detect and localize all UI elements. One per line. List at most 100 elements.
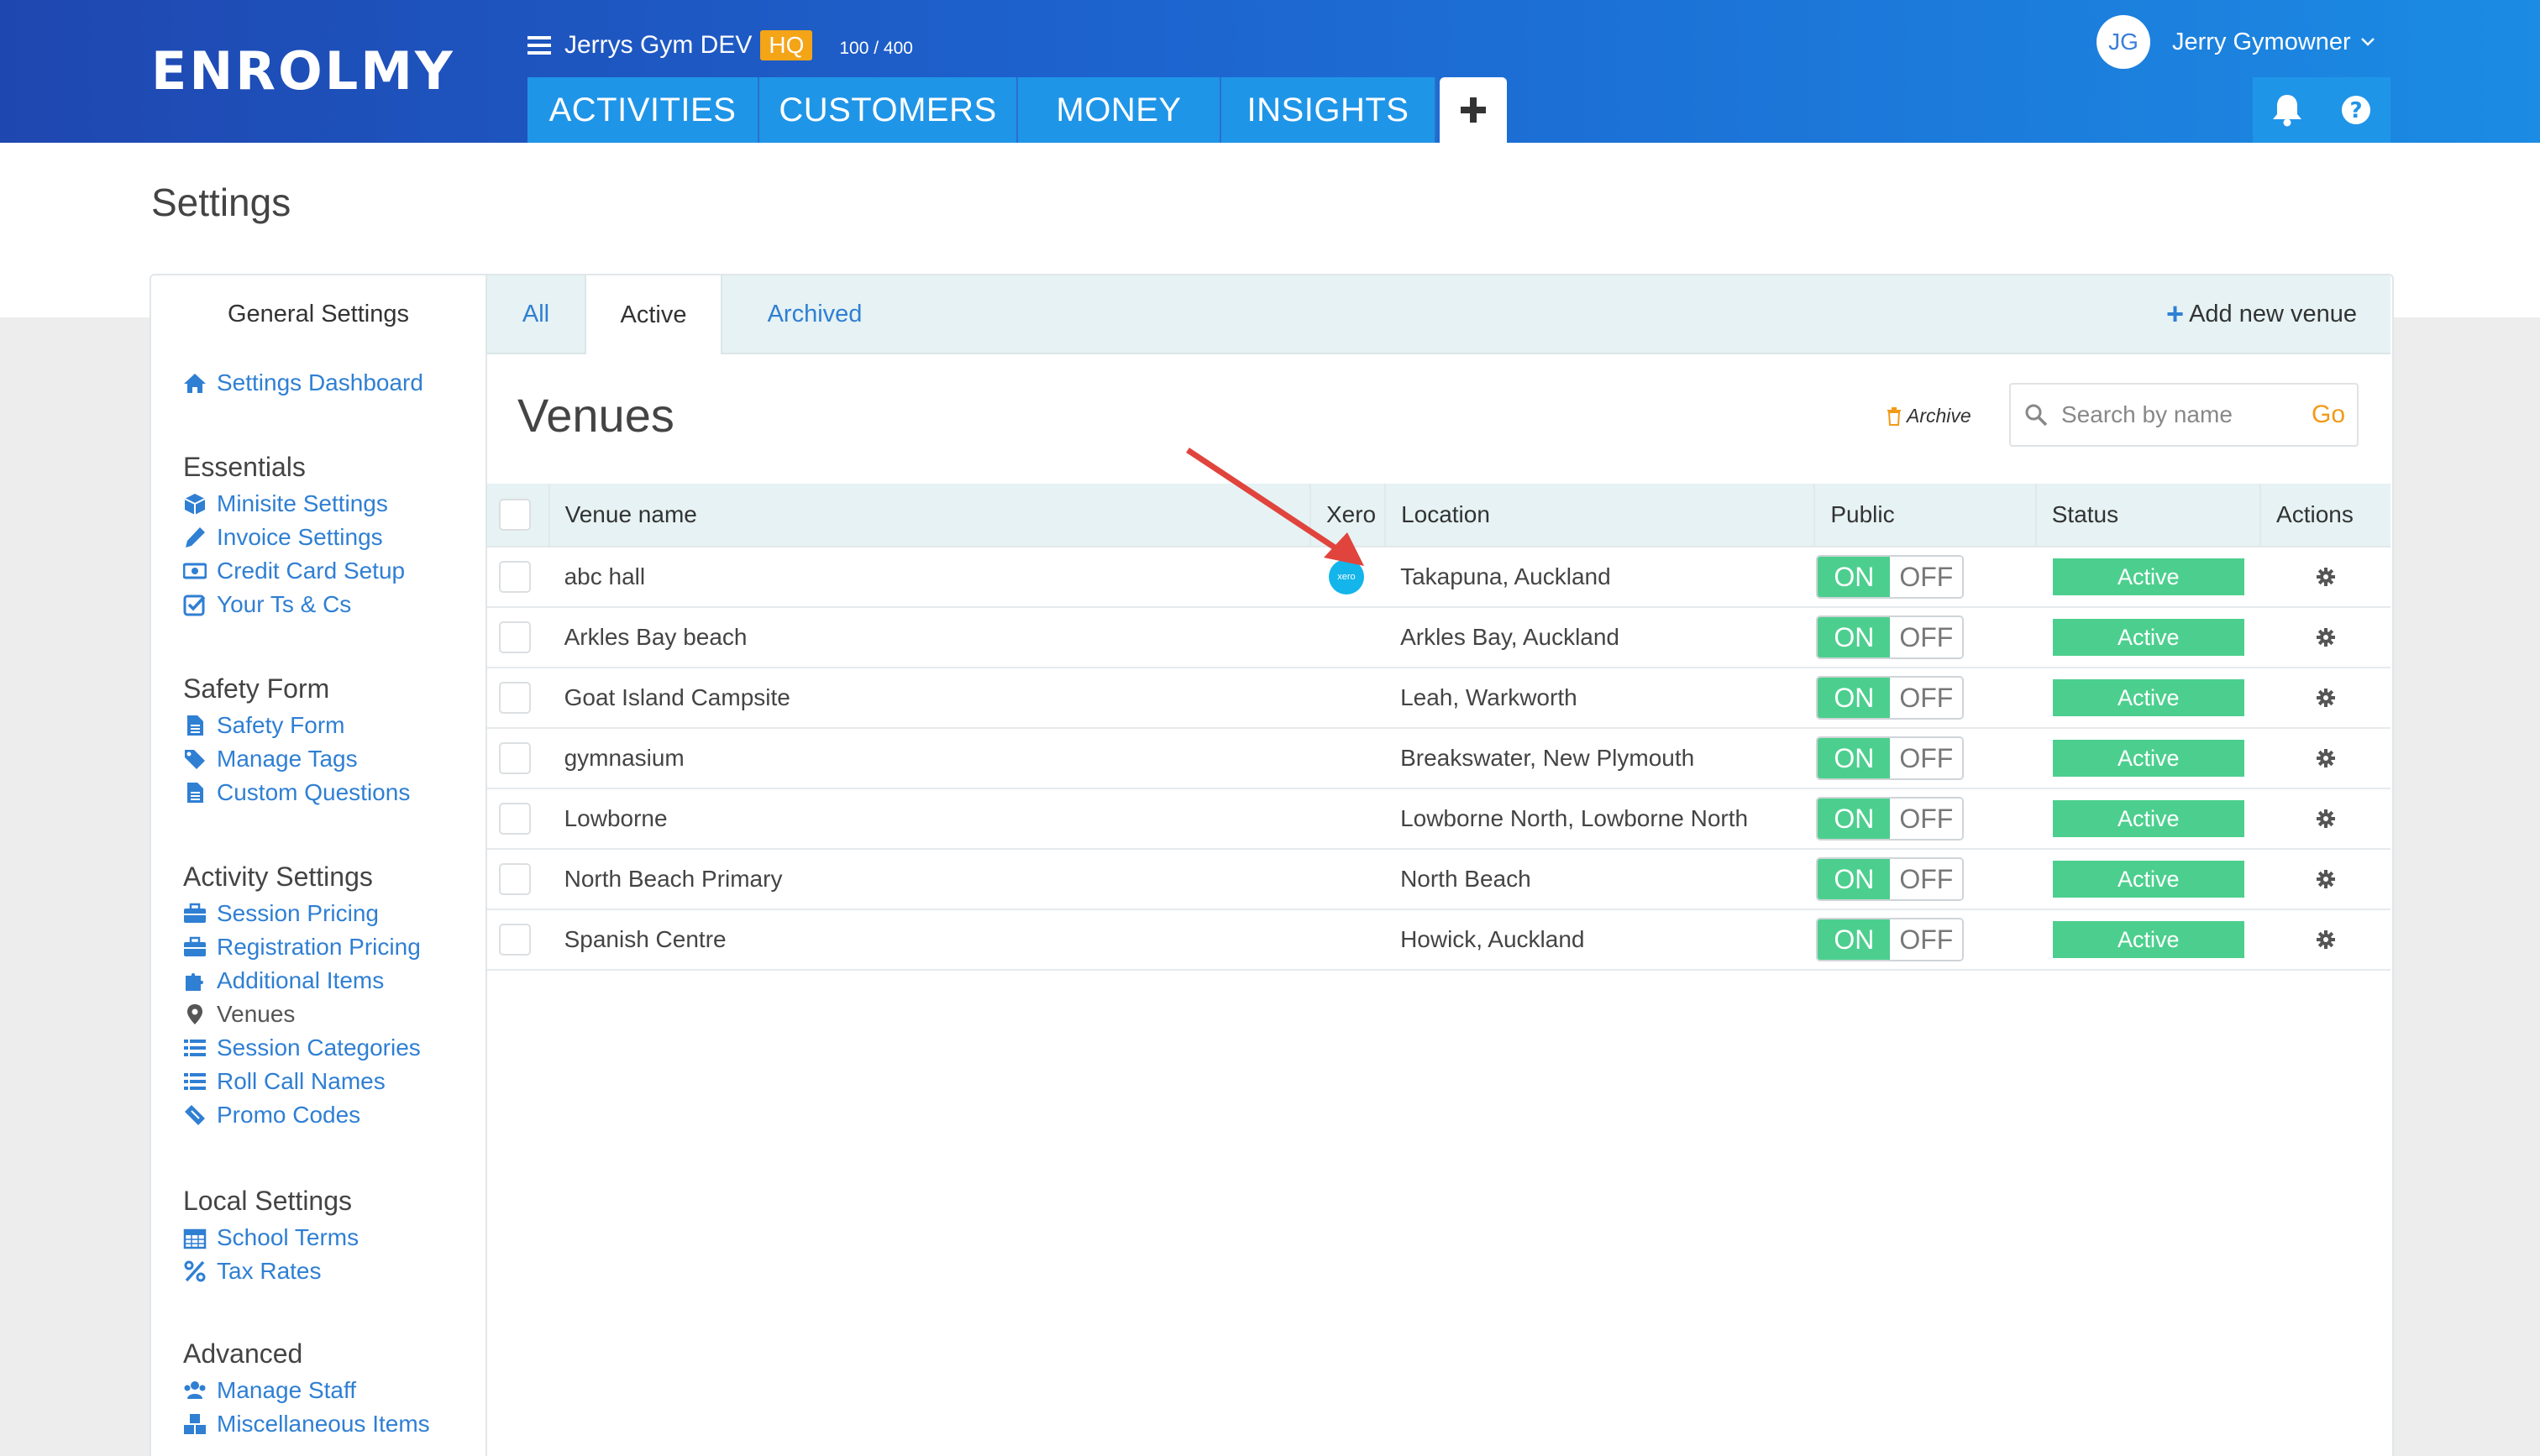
avatar[interactable]: JG xyxy=(2097,15,2150,69)
sidebar-item-invoice-settings[interactable]: Invoice Settings xyxy=(183,524,383,551)
row-checkbox[interactable] xyxy=(499,803,531,835)
notifications-button[interactable] xyxy=(2253,77,2322,143)
venue-name-cell[interactable]: Lowborne xyxy=(548,788,1310,850)
public-toggle[interactable]: ON OFF xyxy=(1816,736,1965,780)
archive-button[interactable]: Archive xyxy=(1887,405,1971,427)
tab-customers[interactable]: CUSTOMERS xyxy=(759,77,1018,143)
row-checkbox[interactable] xyxy=(499,682,531,714)
briefcase-icon xyxy=(184,936,206,956)
sidebar-item-miscellaneous-items[interactable]: Miscellaneous Items xyxy=(183,1411,430,1438)
gym-selector[interactable]: Jerrys Gym DEV HQ 100 / 400 xyxy=(527,29,913,62)
toggle-off[interactable]: OFF xyxy=(1890,859,1963,899)
row-checkbox[interactable] xyxy=(499,924,531,956)
toggle-off[interactable]: OFF xyxy=(1890,799,1963,839)
column-location[interactable]: Location xyxy=(1384,484,1815,547)
select-all-checkbox[interactable] xyxy=(499,499,531,531)
gear-icon[interactable] xyxy=(2316,628,2335,647)
svg-text:ENROLMY: ENROLMY xyxy=(151,45,455,94)
sidebar-item-safety-form[interactable]: Safety Form xyxy=(183,712,344,739)
table-row[interactable]: Lowborne Lowborne North, Lowborne North ON… xyxy=(487,788,2390,850)
venue-name-cell[interactable]: North Beach Primary xyxy=(548,849,1310,910)
table-row[interactable]: Arkles Bay beach Arkles Bay, Auckland ON OF… xyxy=(487,607,2390,668)
venue-name-cell[interactable]: abc hall xyxy=(548,547,1310,608)
public-toggle[interactable]: ON OFF xyxy=(1816,857,1965,901)
go-button[interactable]: Go xyxy=(2312,401,2345,429)
column-xero[interactable]: Xero xyxy=(1309,484,1386,547)
toggle-off[interactable]: OFF xyxy=(1890,557,1963,597)
tab-insights[interactable]: INSIGHTS xyxy=(1221,77,1436,143)
gym-name[interactable]: Jerrys Gym DEV xyxy=(564,31,752,60)
add-new-venue-button[interactable]: + Add new venue xyxy=(2166,275,2357,353)
toggle-on[interactable]: ON xyxy=(1818,617,1891,657)
toggle-off[interactable]: OFF xyxy=(1890,919,1963,960)
status-cell: Active xyxy=(2035,668,2261,729)
sidebar-item-registration-pricing[interactable]: Registration Pricing xyxy=(183,934,421,961)
sidebar-item-tax-rates[interactable]: Tax Rates xyxy=(183,1258,322,1285)
column-venue-name[interactable]: Venue name xyxy=(548,484,1310,547)
table-row[interactable]: gymnasium Breakswater, New Plymouth ON OFF A… xyxy=(487,728,2390,789)
tab-money[interactable]: MONEY xyxy=(1018,77,1221,143)
sidebar-item-school-terms[interactable]: School Terms xyxy=(183,1224,359,1251)
row-checkbox[interactable] xyxy=(499,863,531,895)
sidebar-item-credit-card-setup[interactable]: Credit Card Setup xyxy=(183,558,405,584)
row-checkbox[interactable] xyxy=(499,621,531,653)
toggle-off[interactable]: OFF xyxy=(1890,678,1963,718)
sidebar-item-session-pricing[interactable]: Session Pricing xyxy=(183,900,379,927)
toggle-on[interactable]: ON xyxy=(1818,919,1891,960)
tab-archived[interactable]: Archived xyxy=(731,275,899,353)
gear-icon[interactable] xyxy=(2316,568,2335,586)
table-row[interactable]: abc hall xero Takapuna, Auckland ON OFF Activ… xyxy=(487,547,2390,608)
tab-activities[interactable]: ACTIVITIES xyxy=(527,77,759,143)
user-name[interactable]: Jerry Gymowner xyxy=(2172,29,2351,56)
gear-icon[interactable] xyxy=(2316,749,2335,767)
gear-icon[interactable] xyxy=(2316,870,2335,888)
venue-name-cell[interactable]: Spanish Centre xyxy=(548,909,1310,971)
column-status[interactable]: Status xyxy=(2034,484,2261,547)
toggle-on[interactable]: ON xyxy=(1818,678,1891,718)
toggle-on[interactable]: ON xyxy=(1818,859,1891,899)
sidebar-item-custom-questions[interactable]: Custom Questions xyxy=(183,779,410,806)
gear-icon[interactable] xyxy=(2316,689,2335,707)
row-checkbox[interactable] xyxy=(499,742,531,774)
enrolmy-logo[interactable]: ENROLMY xyxy=(151,45,460,94)
add-tab-button[interactable] xyxy=(1440,77,1507,143)
gear-icon[interactable] xyxy=(2316,930,2335,949)
chevron-down-icon[interactable] xyxy=(2360,38,2375,46)
sidebar-item-session-categories[interactable]: Session Categories xyxy=(183,1034,421,1061)
row-checkbox[interactable] xyxy=(499,561,531,593)
table-row[interactable]: Spanish Centre Howick, Auckland ON OFF Activ… xyxy=(487,909,2390,971)
help-button[interactable]: ? xyxy=(2322,77,2390,143)
sidebar-item-manage-tags[interactable]: Manage Tags xyxy=(183,746,358,773)
sidebar-item-venues[interactable]: Venues xyxy=(183,1001,295,1028)
public-toggle[interactable]: ON OFF xyxy=(1816,676,1965,720)
tab-all[interactable]: All xyxy=(487,275,585,353)
venue-name-cell[interactable]: Goat Island Campsite xyxy=(548,668,1310,729)
toggle-off[interactable]: OFF xyxy=(1890,617,1963,657)
tab-active[interactable]: Active xyxy=(585,275,722,354)
sidebar-item-your-ts-cs[interactable]: Your Ts & Cs xyxy=(183,591,351,618)
sidebar-item-minisite-settings[interactable]: Minisite Settings xyxy=(183,490,388,517)
public-toggle[interactable]: ON OFF xyxy=(1816,555,1965,599)
menu-icon[interactable] xyxy=(527,36,551,55)
table-row[interactable]: North Beach Primary North Beach ON OFF Activ… xyxy=(487,849,2390,910)
venue-name-cell[interactable]: Arkles Bay beach xyxy=(548,607,1310,668)
table-row[interactable]: Goat Island Campsite Leah, Warkworth ON OFF… xyxy=(487,668,2390,729)
row-select-cell xyxy=(487,728,549,789)
column-public[interactable]: Public xyxy=(1813,484,2036,547)
toggle-off[interactable]: OFF xyxy=(1890,738,1963,778)
gear-icon[interactable] xyxy=(2316,809,2335,828)
sidebar-item-roll-call-names[interactable]: Roll Call Names xyxy=(183,1068,386,1095)
sidebar-item-manage-staff[interactable]: Manage Staff xyxy=(183,1377,356,1404)
toggle-on[interactable]: ON xyxy=(1818,738,1891,778)
public-toggle[interactable]: ON OFF xyxy=(1816,615,1965,659)
user-menu[interactable]: JG Jerry Gymowner xyxy=(2097,15,2375,69)
sidebar-item-promo-codes[interactable]: Promo Codes xyxy=(183,1102,360,1129)
toggle-on[interactable]: ON xyxy=(1818,799,1891,839)
search-input[interactable] xyxy=(2060,401,2306,429)
toggle-on[interactable]: ON xyxy=(1818,557,1891,597)
public-toggle[interactable]: ON OFF xyxy=(1816,918,1965,961)
public-toggle[interactable]: ON OFF xyxy=(1816,797,1965,841)
venue-name-cell[interactable]: gymnasium xyxy=(548,728,1310,789)
sidebar-item-settings-dashboard[interactable]: Settings Dashboard xyxy=(183,369,423,396)
sidebar-item-additional-items[interactable]: Additional Items xyxy=(183,967,384,994)
